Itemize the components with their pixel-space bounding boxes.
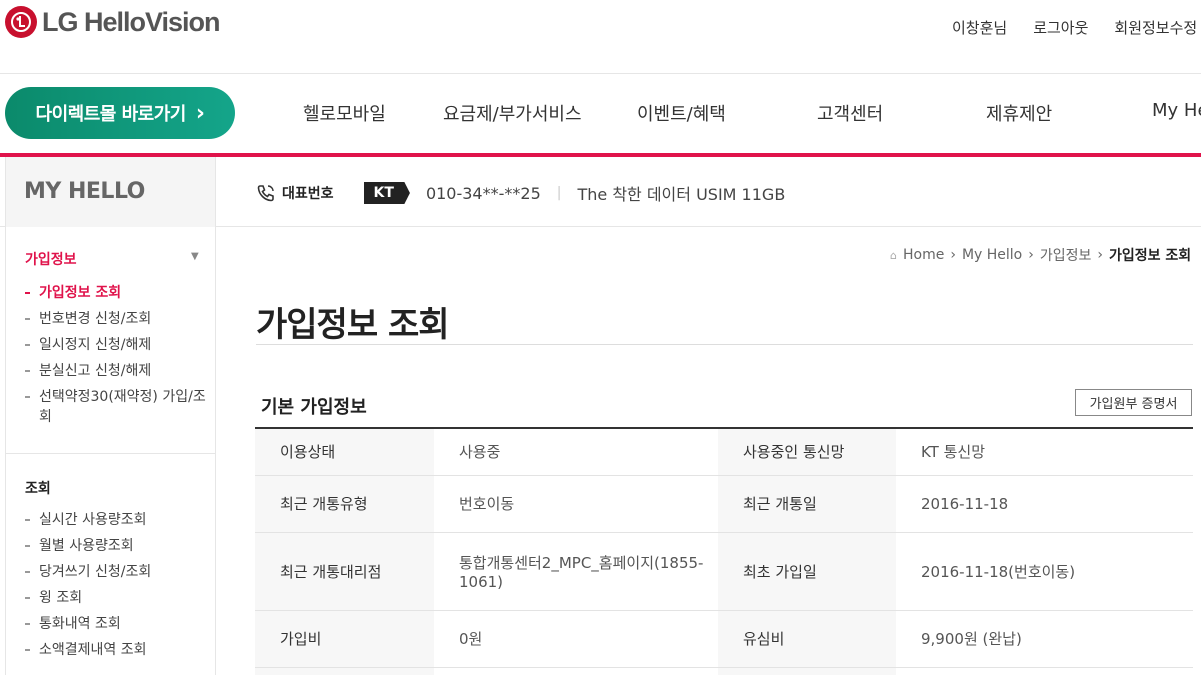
my-hello-box: MY HELLO bbox=[5, 157, 216, 227]
nav-item-my-hello[interactable]: My He bbox=[1152, 100, 1201, 121]
table-cell: 번호이동 bbox=[434, 475, 718, 533]
certificate-button[interactable]: 가입원부 증명서 bbox=[1075, 389, 1192, 416]
title-divider bbox=[256, 344, 1193, 345]
breadcrumb: ⌂ Home › My Hello › 가입정보 › 가입정보 조회 bbox=[890, 245, 1191, 265]
sidebar-menu-subscription: 가입정보 조회 번호변경 신청/조회 일시정지 신청/해제 분실신고 신청/해제… bbox=[25, 280, 215, 430]
phone-number: 010-34**-**25 bbox=[425, 183, 541, 203]
user-name[interactable]: 이창훈님 bbox=[952, 17, 1007, 38]
chevron-right-icon: › bbox=[950, 247, 956, 263]
table-cell bbox=[896, 667, 1193, 675]
table-cell bbox=[434, 667, 718, 675]
sidebar-divider bbox=[6, 453, 215, 454]
table-header-cell bbox=[255, 667, 434, 675]
table-row: 이용상태 사용중 사용중인 통신망 KT 통신망 bbox=[255, 428, 1193, 476]
table-row: 최근 개통대리점 통합개통센터2_MPC_홈페이지(1855-1061) 최초 … bbox=[255, 532, 1193, 611]
edit-profile-link[interactable]: 회원정보수정 bbox=[1114, 17, 1197, 38]
breadcrumb-subscription[interactable]: 가입정보 bbox=[1040, 245, 1092, 265]
table-header-cell: 최초 가입일 bbox=[718, 532, 896, 611]
sidebar-item-realtime-usage[interactable]: 실시간 사용량조회 bbox=[25, 507, 151, 533]
plan-name: The 착한 데이터 USIM 11GB bbox=[577, 185, 786, 204]
page-title: 가입정보 조회 bbox=[256, 305, 450, 345]
sidebar-item-suspend[interactable]: 일시정지 신청/해제 bbox=[25, 332, 215, 358]
sidebar-item-number-change[interactable]: 번호변경 신청/조회 bbox=[25, 306, 215, 332]
sidebar-item-wing[interactable]: 윙 조회 bbox=[25, 585, 151, 611]
sub-header: MY HELLO 대표번호 KT 010-34**-**25 | The 착한 … bbox=[0, 157, 1201, 227]
breadcrumb-my-hello[interactable]: My Hello bbox=[962, 247, 1022, 263]
nav-item-partnership[interactable]: 제휴제안 bbox=[986, 100, 1052, 126]
sidebar-item-call-history[interactable]: 통화내역 조회 bbox=[25, 611, 151, 637]
chevron-right-icon: › bbox=[195, 100, 205, 126]
logo[interactable]: LG HelloVision bbox=[5, 6, 221, 38]
nav-item-events[interactable]: 이벤트/혜택 bbox=[637, 100, 726, 126]
lg-logo-icon bbox=[5, 6, 37, 38]
table-row: 최근 개통유형 번호이동 최근 개통일 2016-11-18 bbox=[255, 475, 1193, 533]
table-header-cell: 사용중인 통신망 bbox=[718, 428, 896, 476]
rep-number-label: 대표번호 bbox=[282, 186, 334, 202]
subscription-info-table: 이용상태 사용중 사용중인 통신망 KT 통신망 최근 개통유형 번호이동 최근… bbox=[255, 427, 1193, 675]
table-header-cell: 가입비 bbox=[255, 610, 434, 668]
table-cell: 9,900원 (완납) bbox=[896, 610, 1193, 668]
table-row: 가입비 0원 유심비 9,900원 (완납) bbox=[255, 610, 1193, 668]
logout-link[interactable]: 로그아웃 bbox=[1033, 17, 1088, 38]
chevron-right-icon: › bbox=[1097, 247, 1103, 263]
sidebar-section-lookup[interactable]: 조회 bbox=[25, 478, 51, 498]
sidebar-item-borrow-data[interactable]: 당겨쓰기 신청/조회 bbox=[25, 559, 151, 585]
direct-mall-label: 다이렉트몰 바로가기 bbox=[35, 104, 187, 125]
top-bar: LG HelloVision 이창훈님 로그아웃 회원정보수정 bbox=[0, 0, 1201, 74]
table-cell: 2016-11-18 bbox=[896, 475, 1193, 533]
sidebar-menu-lookup: 실시간 사용량조회 월별 사용량조회 당겨쓰기 신청/조회 윙 조회 통화내역 … bbox=[25, 507, 151, 663]
logo-text: LG HelloVision bbox=[42, 6, 221, 37]
sidebar-item-subscription-info[interactable]: 가입정보 조회 bbox=[25, 280, 215, 306]
chevron-right-icon: › bbox=[1028, 247, 1034, 263]
table-header-cell: 최근 개통유형 bbox=[255, 475, 434, 533]
table-header-cell: 최근 개통대리점 bbox=[255, 532, 434, 611]
sidebar-item-contract[interactable]: 선택약정30(재약정) 가입/조회 bbox=[25, 384, 215, 430]
sidebar: 가입정보 ▼ 가입정보 조회 번호변경 신청/조회 일시정지 신청/해제 분실신… bbox=[5, 227, 216, 675]
utility-menu: 이창훈님 로그아웃 회원정보수정 bbox=[952, 17, 1201, 38]
table-cell: 2016-11-18(번호이동) bbox=[896, 532, 1193, 611]
table-header-cell bbox=[718, 667, 896, 675]
main-nav: 다이렉트몰 바로가기 › 헬로모바일 요금제/부가서비스 이벤트/혜택 고객센터… bbox=[0, 74, 1201, 154]
table-header-cell: 유심비 bbox=[718, 610, 896, 668]
my-hello-title: MY HELLO bbox=[24, 179, 145, 204]
representative-number: 대표번호 KT 010-34**-**25 | The 착한 데이터 USIM … bbox=[256, 181, 785, 205]
nav-item-customer-center[interactable]: 고객센터 bbox=[817, 100, 883, 126]
direct-mall-button[interactable]: 다이렉트몰 바로가기 › bbox=[5, 87, 235, 139]
table-header-cell: 최근 개통일 bbox=[718, 475, 896, 533]
table-cell: 통합개통센터2_MPC_홈페이지(1855-1061) bbox=[434, 532, 718, 611]
phone-icon bbox=[257, 185, 274, 202]
table-cell: KT 통신망 bbox=[896, 428, 1193, 476]
breadcrumb-home[interactable]: Home bbox=[903, 247, 944, 263]
breadcrumb-current: 가입정보 조회 bbox=[1109, 248, 1192, 264]
separator: | bbox=[556, 185, 562, 201]
table-cell: 사용중 bbox=[434, 428, 718, 476]
table-row bbox=[255, 667, 1193, 675]
nav-item-plans[interactable]: 요금제/부가서비스 bbox=[443, 100, 582, 126]
sidebar-item-monthly-usage[interactable]: 월별 사용량조회 bbox=[25, 533, 151, 559]
nav-item-hello-mobile[interactable]: 헬로모바일 bbox=[303, 100, 386, 126]
section-title: 기본 가입정보 bbox=[261, 397, 367, 418]
sidebar-item-micropayment[interactable]: 소액결제내역 조회 bbox=[25, 637, 151, 663]
home-icon: ⌂ bbox=[890, 248, 897, 262]
chevron-down-icon[interactable]: ▼ bbox=[191, 251, 199, 262]
sidebar-section-subscription[interactable]: 가입정보 bbox=[25, 249, 77, 269]
table-header-cell: 이용상태 bbox=[255, 428, 434, 476]
carrier-badge: KT bbox=[363, 182, 410, 204]
sidebar-item-lost-report[interactable]: 분실신고 신청/해제 bbox=[25, 358, 215, 384]
table-cell: 0원 bbox=[434, 610, 718, 668]
